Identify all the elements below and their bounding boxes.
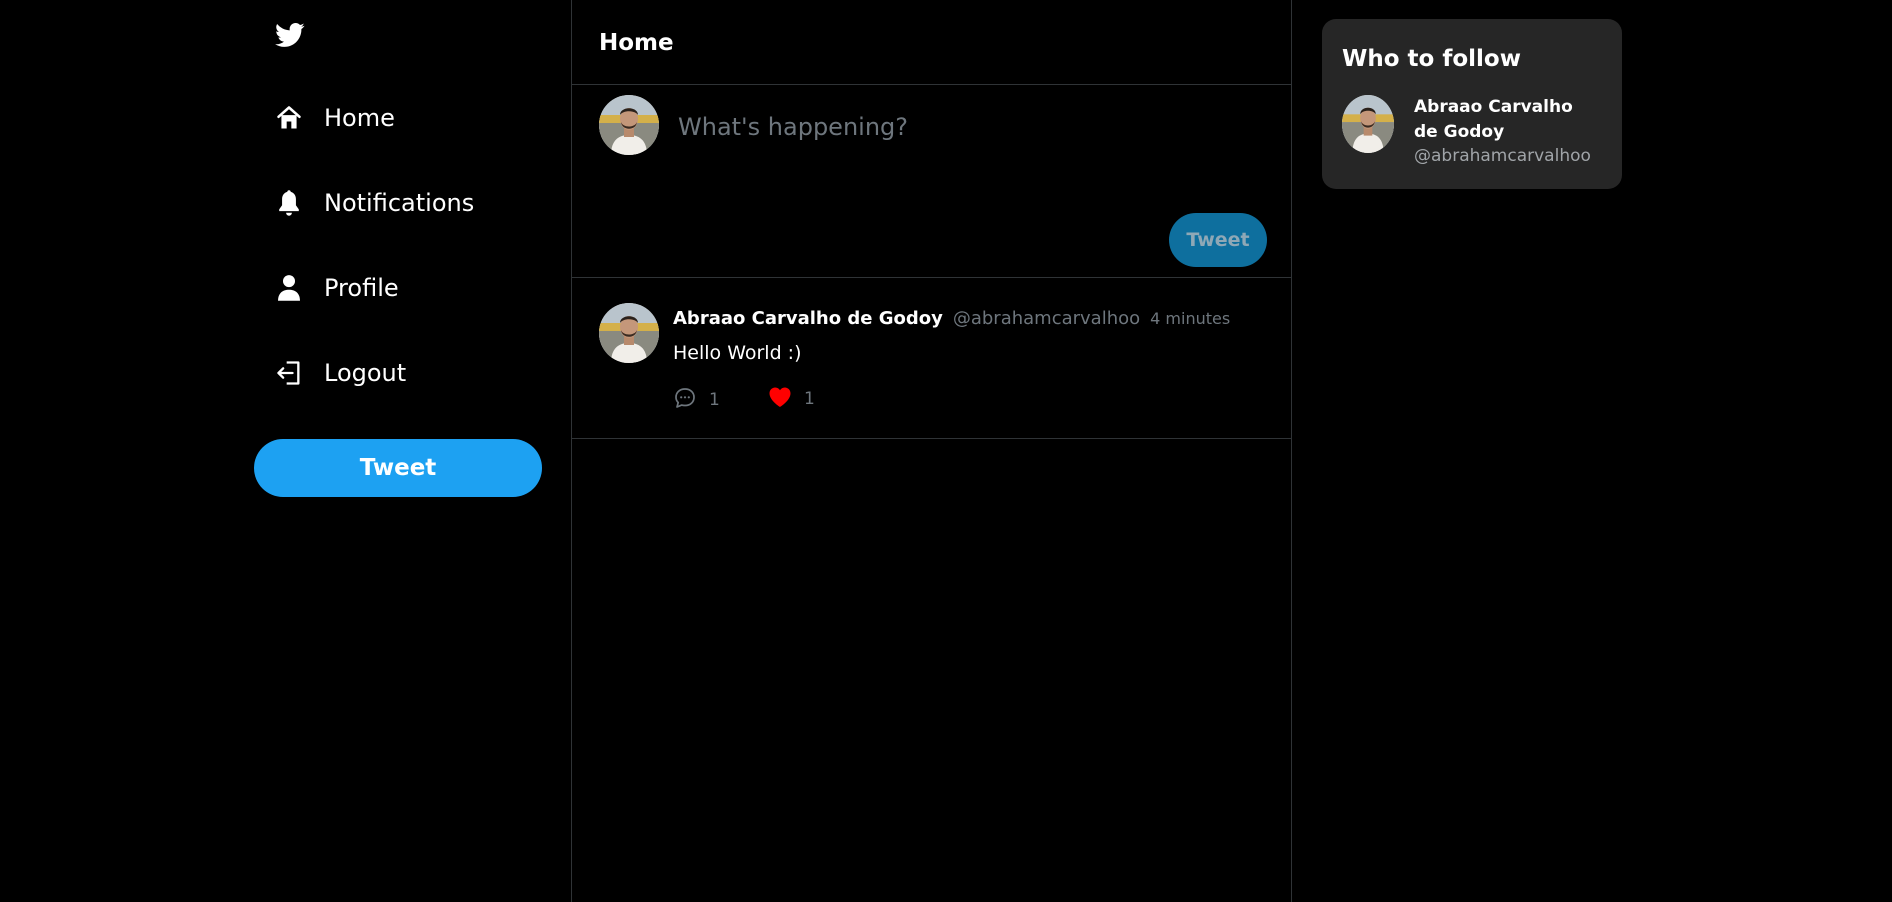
sidebar-item-label: Notifications <box>324 189 475 217</box>
home-icon <box>274 103 304 133</box>
tweet-timestamp: 4 minutes <box>1150 309 1231 328</box>
sidebar-item-label: Logout <box>324 359 407 387</box>
avatar[interactable] <box>1342 95 1394 153</box>
suggested-user-name[interactable]: Abraao Carvalho de Godoy <box>1414 95 1594 145</box>
timeline-header: Home <box>572 0 1291 85</box>
suggested-user-handle: @abrahamcarvalhoo <box>1414 146 1591 166</box>
page-title: Home <box>599 30 674 56</box>
tweet-item: Abraao Carvalho de Godoy @abrahamcarvalh… <box>572 278 1291 439</box>
who-to-follow-title: Who to follow <box>1342 46 1521 72</box>
tweet-composer: Tweet <box>572 85 1291 278</box>
sidebar-tweet-button[interactable]: Tweet <box>254 439 542 497</box>
sidebar-item-label: Profile <box>324 274 399 302</box>
tweet-compose-input[interactable] <box>676 107 1256 147</box>
comment-count: 1 <box>709 390 720 410</box>
twitter-bird-icon[interactable] <box>274 20 306 50</box>
sidebar-item-home[interactable]: Home <box>274 93 395 143</box>
who-to-follow-card: Who to follow Abraao Carvalho de Godoy @… <box>1322 19 1622 189</box>
heart-icon <box>768 386 792 412</box>
comment-icon <box>673 386 697 414</box>
tweet-text: Hello World :) <box>673 342 802 364</box>
avatar <box>599 95 659 155</box>
avatar[interactable] <box>599 303 659 363</box>
sidebar: Home Notifications Profile Logout Tweet <box>254 0 544 902</box>
sidebar-item-notifications[interactable]: Notifications <box>274 178 474 228</box>
logout-icon <box>274 358 304 388</box>
comment-button[interactable]: 1 <box>673 386 720 414</box>
like-button[interactable]: 1 <box>768 386 815 412</box>
main-timeline: Home Tweet <box>571 0 1292 902</box>
tweet-header: Abraao Carvalho de Godoy @abrahamcarvalh… <box>673 308 1230 329</box>
like-count: 1 <box>804 389 815 409</box>
tweet-author-name[interactable]: Abraao Carvalho de Godoy <box>673 308 943 329</box>
sidebar-item-profile[interactable]: Profile <box>274 263 399 313</box>
tweet-author-handle: @abrahamcarvalhoo <box>952 308 1141 329</box>
bell-icon <box>274 188 304 218</box>
composer-tweet-button[interactable]: Tweet <box>1169 213 1267 267</box>
sidebar-item-label: Home <box>324 104 395 132</box>
sidebar-item-logout[interactable]: Logout <box>274 348 406 398</box>
user-icon <box>274 273 304 303</box>
